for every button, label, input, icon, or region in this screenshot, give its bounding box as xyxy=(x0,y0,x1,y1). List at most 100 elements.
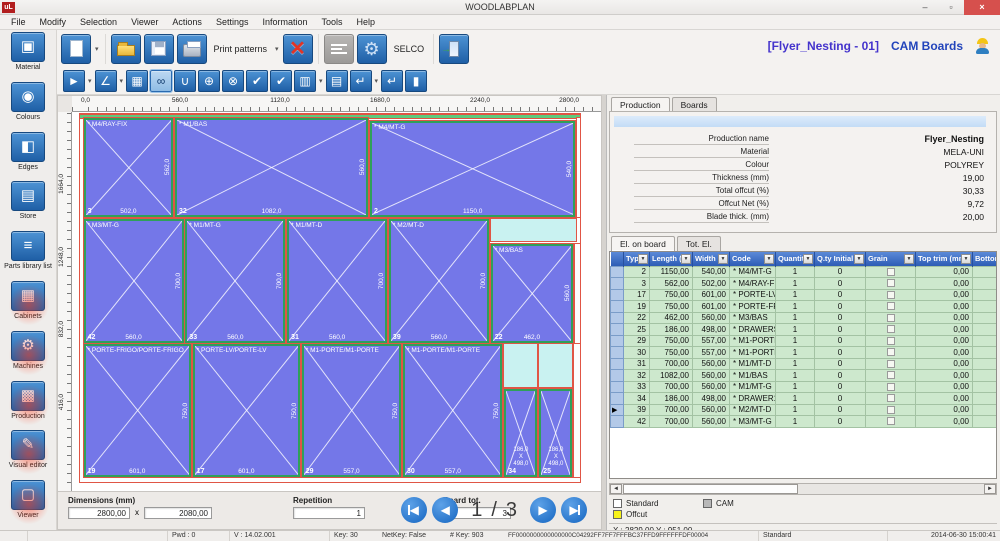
cell[interactable]: 601,00 xyxy=(693,301,730,313)
menu-selection[interactable]: Selection xyxy=(73,15,124,30)
table-row[interactable]: 33700,00560,00* M1/MT-G100,00 xyxy=(611,381,998,393)
open-button[interactable] xyxy=(111,34,141,64)
tab-production[interactable]: Production xyxy=(611,97,670,112)
column-header-quantity[interactable]: Quantity▼ xyxy=(776,252,815,266)
nesting-canvas[interactable]: * M4/RAY-FIX3502,0562,0* M1/BAS321082,05… xyxy=(72,112,601,491)
cell[interactable]: 562,00 xyxy=(650,278,693,290)
cell[interactable] xyxy=(973,370,998,382)
sidebar-item-machines[interactable]: ⚙Machines xyxy=(1,331,56,380)
grain-checkbox[interactable] xyxy=(887,291,895,299)
cell[interactable]: * M3/BAS xyxy=(730,312,776,324)
cell[interactable]: 0 xyxy=(815,393,866,405)
cell[interactable]: * PORTE-LV/F xyxy=(730,289,776,301)
cell[interactable] xyxy=(866,278,916,290)
tab-el-on-board[interactable]: El. on board xyxy=(611,236,675,251)
grain-checkbox[interactable] xyxy=(887,394,895,402)
table-row[interactable]: 30750,00557,00* M1-PORTE/100,00 xyxy=(611,347,998,359)
sidebar-item-edges[interactable]: ◧Edges xyxy=(1,132,56,181)
row-selector[interactable] xyxy=(611,358,624,370)
sidebar-item-colours[interactable]: ◉Colours xyxy=(1,82,56,131)
menu-viewer[interactable]: Viewer xyxy=(124,15,165,30)
row-selector[interactable] xyxy=(611,324,624,336)
previous-board-button[interactable]: ◀ xyxy=(432,497,458,523)
column-header-length-m[interactable]: Length (m▼ xyxy=(650,252,693,266)
cell[interactable]: 1 xyxy=(776,324,815,336)
zoom-in-tool-button[interactable]: ⊕ xyxy=(198,70,220,92)
grain-checkbox[interactable] xyxy=(887,371,895,379)
cell[interactable]: 498,00 xyxy=(693,324,730,336)
grain-checkbox[interactable] xyxy=(887,406,895,414)
cell[interactable]: 462,00 xyxy=(650,312,693,324)
column-header-q-ty-initial[interactable]: Q.ty Initial▼ xyxy=(815,252,866,266)
cell[interactable] xyxy=(973,301,998,313)
cell[interactable] xyxy=(866,324,916,336)
cell[interactable]: * M2/MT-D xyxy=(730,404,776,416)
cell[interactable]: 0,00 xyxy=(916,324,973,336)
cell[interactable]: 1 xyxy=(776,358,815,370)
cell[interactable]: 29 xyxy=(624,335,650,347)
grain-checkbox[interactable] xyxy=(887,325,895,333)
cell[interactable]: 0 xyxy=(815,289,866,301)
cell[interactable]: 39 xyxy=(624,404,650,416)
cell[interactable]: 0,00 xyxy=(916,358,973,370)
row-selector[interactable] xyxy=(611,266,624,278)
column-header-code[interactable]: Code▼ xyxy=(730,252,776,266)
cell[interactable]: 33 xyxy=(624,381,650,393)
nested-panel-19[interactable]: * PORTE-FRIGO/PORTE-FRIGO19601,0750,0 xyxy=(84,344,191,477)
cell[interactable]: 557,00 xyxy=(693,347,730,359)
cell[interactable] xyxy=(973,393,998,405)
board-view-tool-dropdown[interactable]: ▾ xyxy=(319,77,323,85)
cell[interactable]: * M1/MT-D xyxy=(730,358,776,370)
sidebar-item-store[interactable]: ▤Store xyxy=(1,181,56,230)
table-row[interactable]: 21150,00540,00* M4/MT-G100,00 xyxy=(611,266,998,278)
grain-checkbox[interactable] xyxy=(887,360,895,368)
cell[interactable]: 560,00 xyxy=(693,370,730,382)
grain-checkbox[interactable] xyxy=(887,279,895,287)
cell[interactable]: * M4/RAY-FD xyxy=(730,278,776,290)
cell[interactable] xyxy=(866,416,916,428)
sidebar-item-visual-editor[interactable]: ✎Visual editor xyxy=(1,430,56,479)
cell[interactable]: 17 xyxy=(624,289,650,301)
row-selector[interactable] xyxy=(611,301,624,313)
cell[interactable]: 560,00 xyxy=(693,358,730,370)
scroll-left-icon[interactable]: ◄ xyxy=(610,484,622,494)
nested-panel-31[interactable]: * M1/MT-D31560,0700,0 xyxy=(287,219,387,343)
grain-checkbox[interactable] xyxy=(887,337,895,345)
cell[interactable] xyxy=(973,358,998,370)
cell[interactable]: 186,00 xyxy=(650,393,693,405)
maximize-button[interactable]: ▫ xyxy=(938,0,964,15)
cell[interactable]: 42 xyxy=(624,416,650,428)
column-header-grain[interactable]: Grain▼ xyxy=(866,252,916,266)
cell[interactable] xyxy=(866,358,916,370)
zoom-extents-tool-button[interactable]: ⊗ xyxy=(222,70,244,92)
cell[interactable]: 0 xyxy=(815,347,866,359)
cell[interactable] xyxy=(973,266,998,278)
row-selector[interactable]: ▶ xyxy=(611,404,624,416)
cell[interactable]: 34 xyxy=(624,393,650,405)
cell[interactable]: 0 xyxy=(815,358,866,370)
column-header-typ[interactable]: Typ▼ xyxy=(624,252,650,266)
cell[interactable]: * M1-PORTE/ xyxy=(730,347,776,359)
cell[interactable]: 22 xyxy=(624,312,650,324)
cell[interactable]: * M1/BAS xyxy=(730,370,776,382)
grid-tool-button[interactable]: ▦ xyxy=(126,70,148,92)
row-selector[interactable] xyxy=(611,312,624,324)
cell[interactable]: 1 xyxy=(776,370,815,382)
select-tool-button[interactable]: ► xyxy=(63,70,85,92)
row-selector[interactable] xyxy=(611,381,624,393)
nested-panel-39[interactable]: * M2/MT-D39560,0700,0 xyxy=(389,219,489,343)
cell[interactable]: 750,00 xyxy=(650,347,693,359)
insert-return-tool-button[interactable]: ↵ xyxy=(350,70,372,92)
select-tool-dropdown[interactable]: ▾ xyxy=(88,77,92,85)
link-tool-button[interactable]: ∞ xyxy=(150,70,172,92)
cell[interactable]: 0,00 xyxy=(916,404,973,416)
row-selector[interactable] xyxy=(611,393,624,405)
nested-panel-3[interactable]: * M4/RAY-FIX3502,0562,0 xyxy=(84,118,174,217)
grain-checkbox[interactable] xyxy=(887,417,895,425)
column-header-top-trim-mm-[interactable]: Top trim (mm)▼ xyxy=(916,252,973,266)
menu-information[interactable]: Information xyxy=(255,15,314,30)
scrollbar-thumb[interactable] xyxy=(623,484,798,494)
cell[interactable]: * DRAWERS/ xyxy=(730,324,776,336)
cell[interactable]: 30 xyxy=(624,347,650,359)
cell[interactable]: 0,00 xyxy=(916,370,973,382)
